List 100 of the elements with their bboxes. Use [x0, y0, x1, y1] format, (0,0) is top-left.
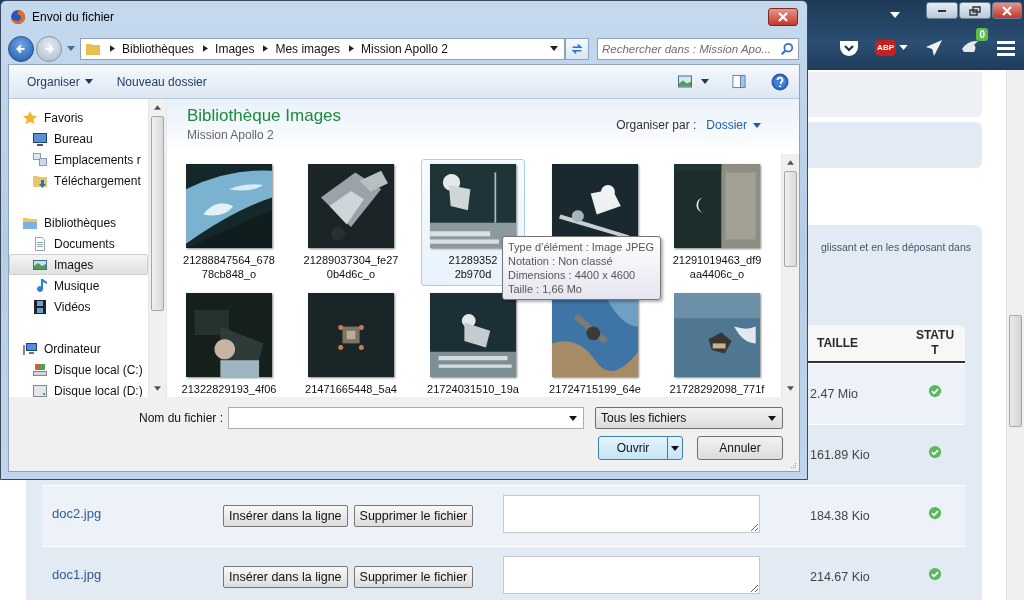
star-icon: [22, 109, 38, 126]
action-button[interactable]: Supprimer le fichier: [353, 505, 474, 527]
file-size: 2.47 Mio: [810, 387, 858, 401]
chevron-icon: [110, 45, 115, 52]
breadcrumb-item[interactable]: Mes images: [275, 41, 341, 56]
adblock-icon: ABP: [875, 39, 896, 56]
search-field[interactable]: Rechercher dans : Mission Apo...: [597, 37, 799, 60]
file-type-dropdown[interactable]: Tous les fichiers: [595, 407, 783, 429]
close-button[interactable]: [992, 2, 1022, 19]
paper-plane-icon[interactable]: [924, 38, 944, 57]
toolbar-button[interactable]: Nouveau dossier: [108, 71, 215, 92]
action-button[interactable]: Insérer dans la ligne: [223, 505, 348, 527]
close-button[interactable]: [768, 8, 798, 26]
caret-icon: [753, 122, 761, 128]
count-badge: 0: [976, 28, 988, 41]
nav-item[interactable]: Disque local (C:): [9, 359, 148, 380]
file-link[interactable]: doc1.jpg: [52, 567, 102, 582]
breadcrumb-item[interactable]: Mission Apollo 2: [361, 41, 448, 56]
description-field[interactable]: [503, 556, 760, 594]
file-size: 161.89 Kio: [810, 448, 870, 462]
resize-grip-icon: [789, 461, 797, 469]
instruction-text: glissant et en les déposant dans: [820, 240, 971, 255]
adblock-button[interactable]: ABP: [875, 39, 908, 56]
cancel-button[interactable]: Annuler: [697, 436, 783, 460]
nav-item[interactable]: Images: [9, 254, 148, 275]
drive-icon: [32, 382, 48, 397]
file-name: 21322829193_4f06: [181, 382, 277, 396]
caret-icon: [899, 45, 908, 50]
file-size: 214.67 Kio: [810, 570, 870, 584]
tooltip-line: Type d’élément : Image JPEG: [508, 240, 655, 254]
up-arrow-icon[interactable]: [154, 105, 161, 110]
check-icon: [928, 506, 942, 520]
chevron-icon: [349, 45, 355, 52]
breadcrumb-item[interactable]: Bibliothèques: [122, 41, 195, 56]
down-arrow-icon[interactable]: [154, 386, 161, 391]
restore-icon: [969, 5, 981, 16]
address-bar[interactable]: Bibliothèques Images Mes images Mission Apollo 2: [80, 37, 565, 60]
tooltip-line: Notation : Non classé: [508, 254, 614, 268]
file-link[interactable]: doc2.jpg: [52, 506, 102, 521]
toolbar-button[interactable]: Organiser: [19, 71, 101, 92]
nav-item[interactable]: Ordinateur: [9, 338, 148, 359]
preview-pane-icon[interactable]: [731, 74, 747, 89]
scrollbar[interactable]: [781, 154, 799, 397]
file-name: 21289352 2b970d: [448, 253, 498, 281]
minimize-icon: [938, 9, 946, 12]
refresh-button[interactable]: [565, 37, 589, 60]
nav-item[interactable]: Favoris: [9, 107, 148, 128]
view-icon[interactable]: [677, 74, 693, 89]
arrange-label: Organiser par :: [616, 118, 697, 132]
nav-item[interactable]: Emplacements r: [9, 149, 148, 170]
file-name: 21288847564_678 78cb848_o: [183, 253, 275, 281]
arrange-dropdown[interactable]: Dossier: [706, 115, 761, 135]
nav-item[interactable]: Documents: [9, 233, 148, 254]
scroll-thumb[interactable]: [151, 116, 164, 311]
file-name: 21291019463_df9 aa4406c_o: [672, 253, 762, 281]
check-icon: [928, 445, 942, 459]
scrollbar[interactable]: [148, 99, 166, 397]
network-icon: [32, 151, 48, 168]
drive-icon: [32, 361, 48, 378]
file-name: 21289037304_fe27 0b4d6c_o: [303, 253, 399, 281]
caret-icon[interactable]: [890, 12, 900, 18]
filename-field[interactable]: [228, 407, 584, 429]
help-icon[interactable]: [771, 72, 789, 91]
breadcrumb-item[interactable]: Images: [215, 41, 255, 56]
open-button[interactable]: Ouvrir: [598, 436, 683, 460]
scrollbar[interactable]: [1006, 70, 1024, 600]
nav-item[interactable]: Disque local (D:): [9, 380, 148, 397]
nav-item[interactable]: Musique: [9, 275, 148, 296]
down-arrow-icon[interactable]: [787, 386, 794, 391]
action-button[interactable]: Insérer dans la ligne: [223, 566, 348, 588]
scroll-thumb[interactable]: [784, 171, 797, 267]
dialog-title: Envoi du fichier: [32, 10, 116, 24]
caret-icon: [84, 79, 93, 84]
tooltip-line: Taille : 1,66 Mo: [508, 282, 583, 296]
nav-item[interactable]: Bureau: [9, 128, 148, 149]
file-name: 21471665448_5a4: [305, 382, 397, 396]
chevron-icon: [203, 45, 209, 52]
menu-icon[interactable]: [996, 38, 1016, 57]
app-icon: [10, 9, 26, 25]
nav-item[interactable]: Téléchargement: [9, 170, 148, 191]
restore-button[interactable]: [959, 2, 991, 19]
description-field[interactable]: [503, 495, 760, 533]
pocket-icon[interactable]: [839, 38, 860, 57]
nav-item[interactable]: Bibliothèques: [9, 212, 148, 233]
back-button[interactable]: [8, 35, 34, 62]
document-icon: [32, 235, 48, 252]
scroll-thumb[interactable]: [1009, 315, 1022, 427]
up-arrow-icon[interactable]: [787, 160, 794, 165]
check-icon: [928, 384, 942, 398]
caret-icon[interactable]: [701, 79, 709, 84]
column-header: STATUT: [914, 328, 956, 358]
nav-item[interactable]: Vidéos: [9, 296, 148, 317]
action-button[interactable]: Supprimer le fichier: [353, 566, 474, 588]
tooltip-line: Dimensions : 4400 x 4600: [508, 268, 637, 282]
caret-icon[interactable]: [550, 46, 558, 51]
library-subtitle: Mission Apollo 2: [187, 127, 275, 143]
column-header: TAILLE: [816, 336, 860, 350]
file-size: 184.38 Kio: [810, 509, 870, 523]
check-icon: [928, 567, 942, 581]
minimize-button[interactable]: [926, 2, 958, 19]
